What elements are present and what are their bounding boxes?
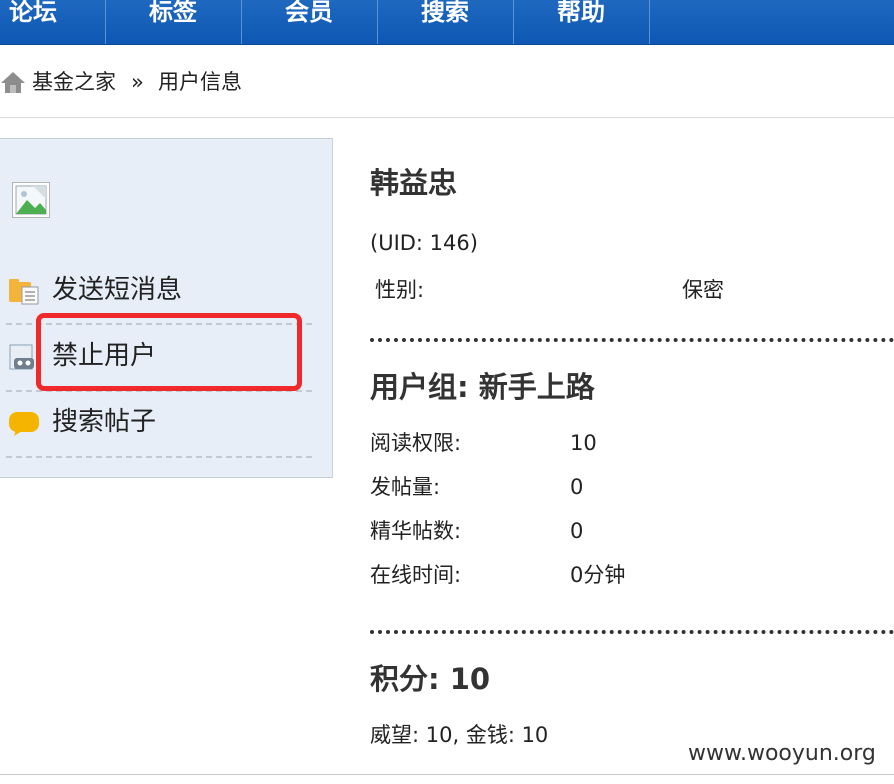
gender-value: 保密 — [682, 278, 724, 302]
nav-divider — [513, 0, 514, 44]
folder-message-icon — [9, 279, 39, 305]
nav-divider — [105, 0, 106, 44]
nav-members[interactable]: 会员 — [268, 0, 350, 36]
section-divider — [370, 338, 894, 342]
nav-search[interactable]: 搜索 — [404, 0, 486, 36]
credits-title: 积分: 10 — [370, 662, 491, 696]
post-count-value: 0 — [570, 475, 584, 499]
section-divider — [370, 630, 894, 634]
read-permission-label: 阅读权限: — [370, 431, 462, 455]
watermark: www.wooyun.org — [688, 741, 876, 766]
user-uid: (UID: 146) — [370, 231, 478, 255]
nav-divider — [377, 0, 378, 44]
nav-divider — [649, 0, 650, 44]
credits-detail: 威望: 10, 金钱: 10 — [370, 723, 549, 747]
post-count-label: 发帖量: — [370, 475, 441, 499]
action-divider — [6, 456, 312, 458]
digest-count-label: 精华帖数: — [370, 519, 462, 543]
digest-count-value: 0 — [570, 519, 584, 543]
nav-divider — [241, 0, 242, 44]
footer-divider — [0, 774, 894, 775]
broken-image-icon — [15, 185, 47, 215]
send-message-label: 发送短消息 — [52, 275, 183, 305]
user-name: 韩益忠 — [370, 166, 458, 200]
highlight-box — [36, 313, 302, 391]
online-time-label: 在线时间: — [370, 563, 462, 587]
nav-help[interactable]: 帮助 — [540, 0, 622, 36]
breadcrumb-current: 用户信息 — [158, 70, 242, 94]
user-group-title: 用户组: 新手上路 — [370, 370, 595, 404]
avatar — [12, 182, 50, 218]
nav-forum[interactable]: 论坛 — [0, 0, 66, 36]
search-posts-label: 搜索帖子 — [52, 407, 157, 437]
home-icon[interactable] — [0, 70, 26, 94]
header-divider — [0, 117, 894, 118]
online-time-value: 0分钟 — [570, 563, 626, 587]
read-permission-value: 10 — [570, 431, 597, 455]
breadcrumb-separator: » — [131, 70, 144, 94]
top-nav: 论坛 标签 会员 搜索 帮助 — [0, 0, 894, 45]
breadcrumb-home-link[interactable]: 基金之家 — [32, 62, 116, 102]
speech-bubble-icon — [9, 412, 39, 436]
nav-tags[interactable]: 标签 — [132, 0, 214, 36]
gender-label: 性别: — [375, 278, 425, 302]
